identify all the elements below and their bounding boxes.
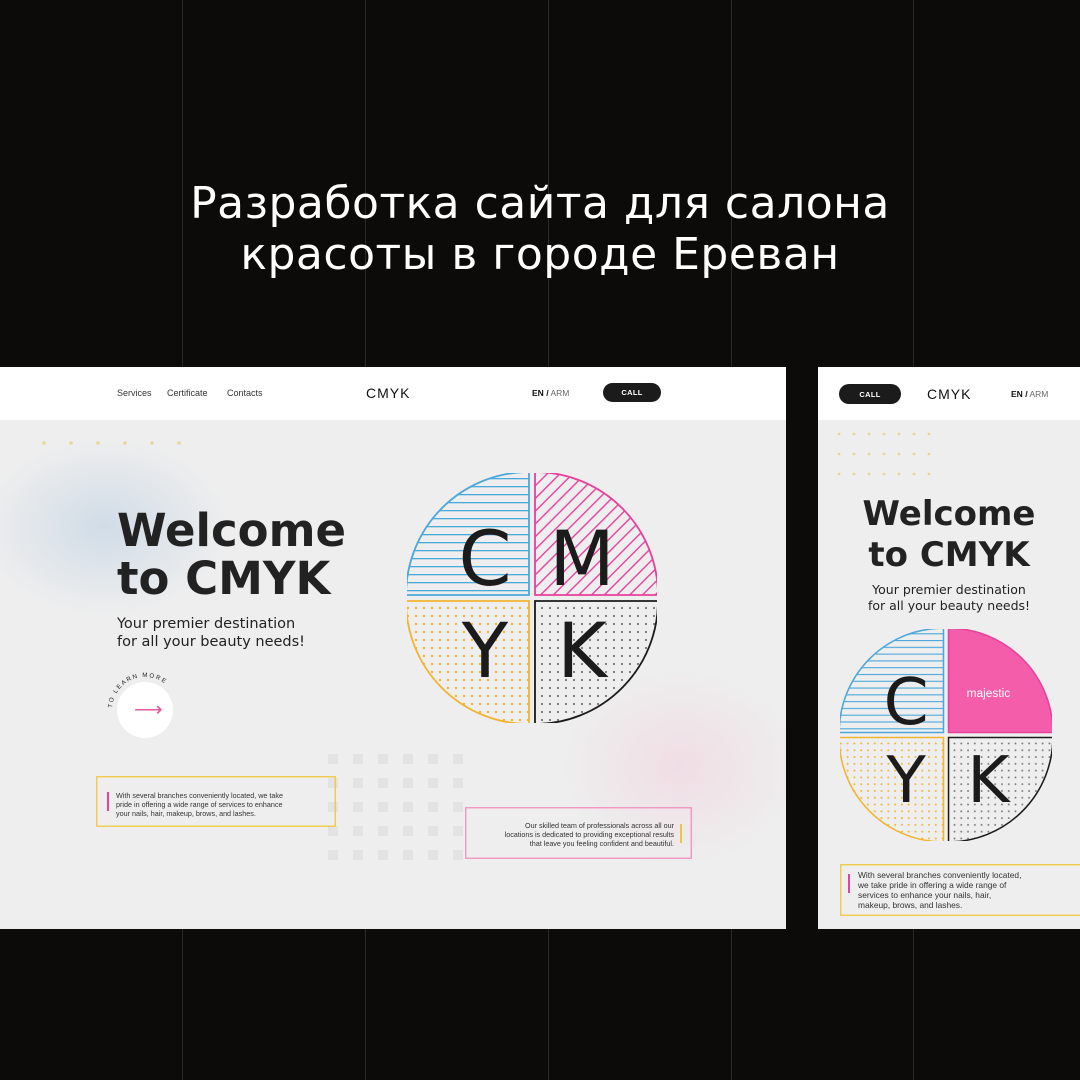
hero-subtitle-line-2: for all your beauty needs! — [117, 634, 305, 650]
logo-letter-m: M — [549, 514, 615, 603]
lang-separator: / — [1025, 389, 1028, 399]
logo-letter-c: C — [884, 665, 929, 740]
hero-title-line-2: to CMYK — [117, 552, 331, 605]
info-note: With several branches conveniently locat… — [840, 864, 1080, 916]
hero-title: Welcome to CMYK — [818, 494, 1080, 576]
lang-arm[interactable]: ARM — [1029, 389, 1048, 399]
logo-letter-c: C — [458, 514, 511, 603]
note-line-2: we take pride in offering a wide range o… — [858, 880, 1007, 890]
mobile-mockup: CALL CMYK EN / ARM Welcome to CMYK Your … — [818, 367, 1080, 929]
site-logo[interactable]: CMYK — [927, 386, 971, 402]
lang-en[interactable]: EN — [1011, 389, 1023, 399]
page-headline: Разработка сайта для салона красоты в го… — [0, 178, 1080, 280]
cmyk-logo-graphic: C Y K majestic — [840, 629, 1052, 841]
desktop-mockup: Services Certificate Contacts CMYK EN / … — [0, 367, 786, 929]
logo-letter-y: Y — [885, 743, 926, 818]
info-note-right: Our skilled team of professionals across… — [465, 807, 692, 859]
language-switcher[interactable]: EN / ARM — [1011, 389, 1048, 399]
note-right-line-1: Our skilled team of professionals across… — [524, 821, 674, 830]
hero-title-line-2: to CMYK — [868, 535, 1030, 575]
note-line-3: services to enhance your nails, hair, — [858, 890, 992, 900]
lang-arm[interactable]: ARM — [550, 388, 569, 398]
hero-subtitle: Your premier destination for all your be… — [117, 615, 305, 651]
note-line-4: makeup, brows, and lashes. — [858, 900, 963, 910]
logo-letter-k: K — [557, 606, 609, 695]
note-right-line-3: that leave you feeling confident and bea… — [529, 839, 674, 848]
hero-title-line-1: Welcome — [862, 494, 1036, 534]
nav-link-contacts[interactable]: Contacts — [227, 388, 263, 398]
mobile-navbar: CALL CMYK EN / ARM — [818, 367, 1080, 420]
site-logo[interactable]: CMYK — [366, 385, 410, 401]
desktop-navbar: Services Certificate Contacts CMYK EN / … — [0, 367, 786, 420]
hero-subtitle: Your premier destination for all your be… — [818, 582, 1080, 614]
language-switcher[interactable]: EN / ARM — [532, 388, 569, 398]
headline-line-2: красоты в городе Ереван — [240, 229, 840, 280]
call-button[interactable]: CALL — [839, 384, 901, 404]
info-note-left: With several branches conveniently locat… — [96, 776, 336, 827]
call-button[interactable]: CALL — [603, 383, 661, 402]
hero-title-line-1: Welcome — [117, 504, 346, 557]
nav-link-services[interactable]: Services — [117, 388, 152, 398]
hero-subtitle-line-1: Your premier destination — [117, 616, 296, 632]
logo-letter-k: K — [967, 743, 1011, 818]
note-right-line-2: locations is dedicated to providing exce… — [504, 830, 674, 839]
note-left-line-1: With several branches conveniently locat… — [116, 791, 283, 800]
learn-more-button[interactable]: TO LEARN MORE ⟶ — [107, 672, 173, 738]
hero-subtitle-line-1: Your premier destination — [872, 582, 1026, 597]
decor-dot-grid — [837, 432, 931, 476]
decor-dot-row — [42, 441, 181, 445]
cmyk-logo-graphic: C M Y K — [407, 473, 657, 723]
arrow-right-icon: ⟶ — [134, 699, 163, 721]
hero-title: Welcome to CMYK — [117, 507, 346, 603]
note-text: With several branches conveniently locat… — [858, 870, 1021, 910]
nav-link-certificate[interactable]: Certificate — [167, 388, 208, 398]
hero-subtitle-line-2: for all your beauty needs! — [867, 598, 1031, 613]
note-line-1: With several branches conveniently locat… — [858, 870, 1022, 880]
lang-en[interactable]: EN — [532, 388, 544, 398]
logo-letter-y: Y — [461, 606, 509, 695]
note-left-line-2: pride in offering a wide range of servic… — [116, 800, 283, 809]
headline-line-1: Разработка сайта для салона — [190, 178, 890, 229]
magenta-label: majestic — [967, 686, 1011, 700]
note-left-line-3: your nails, hair, makeup, brows, and las… — [116, 809, 256, 818]
lang-separator: / — [546, 388, 549, 398]
